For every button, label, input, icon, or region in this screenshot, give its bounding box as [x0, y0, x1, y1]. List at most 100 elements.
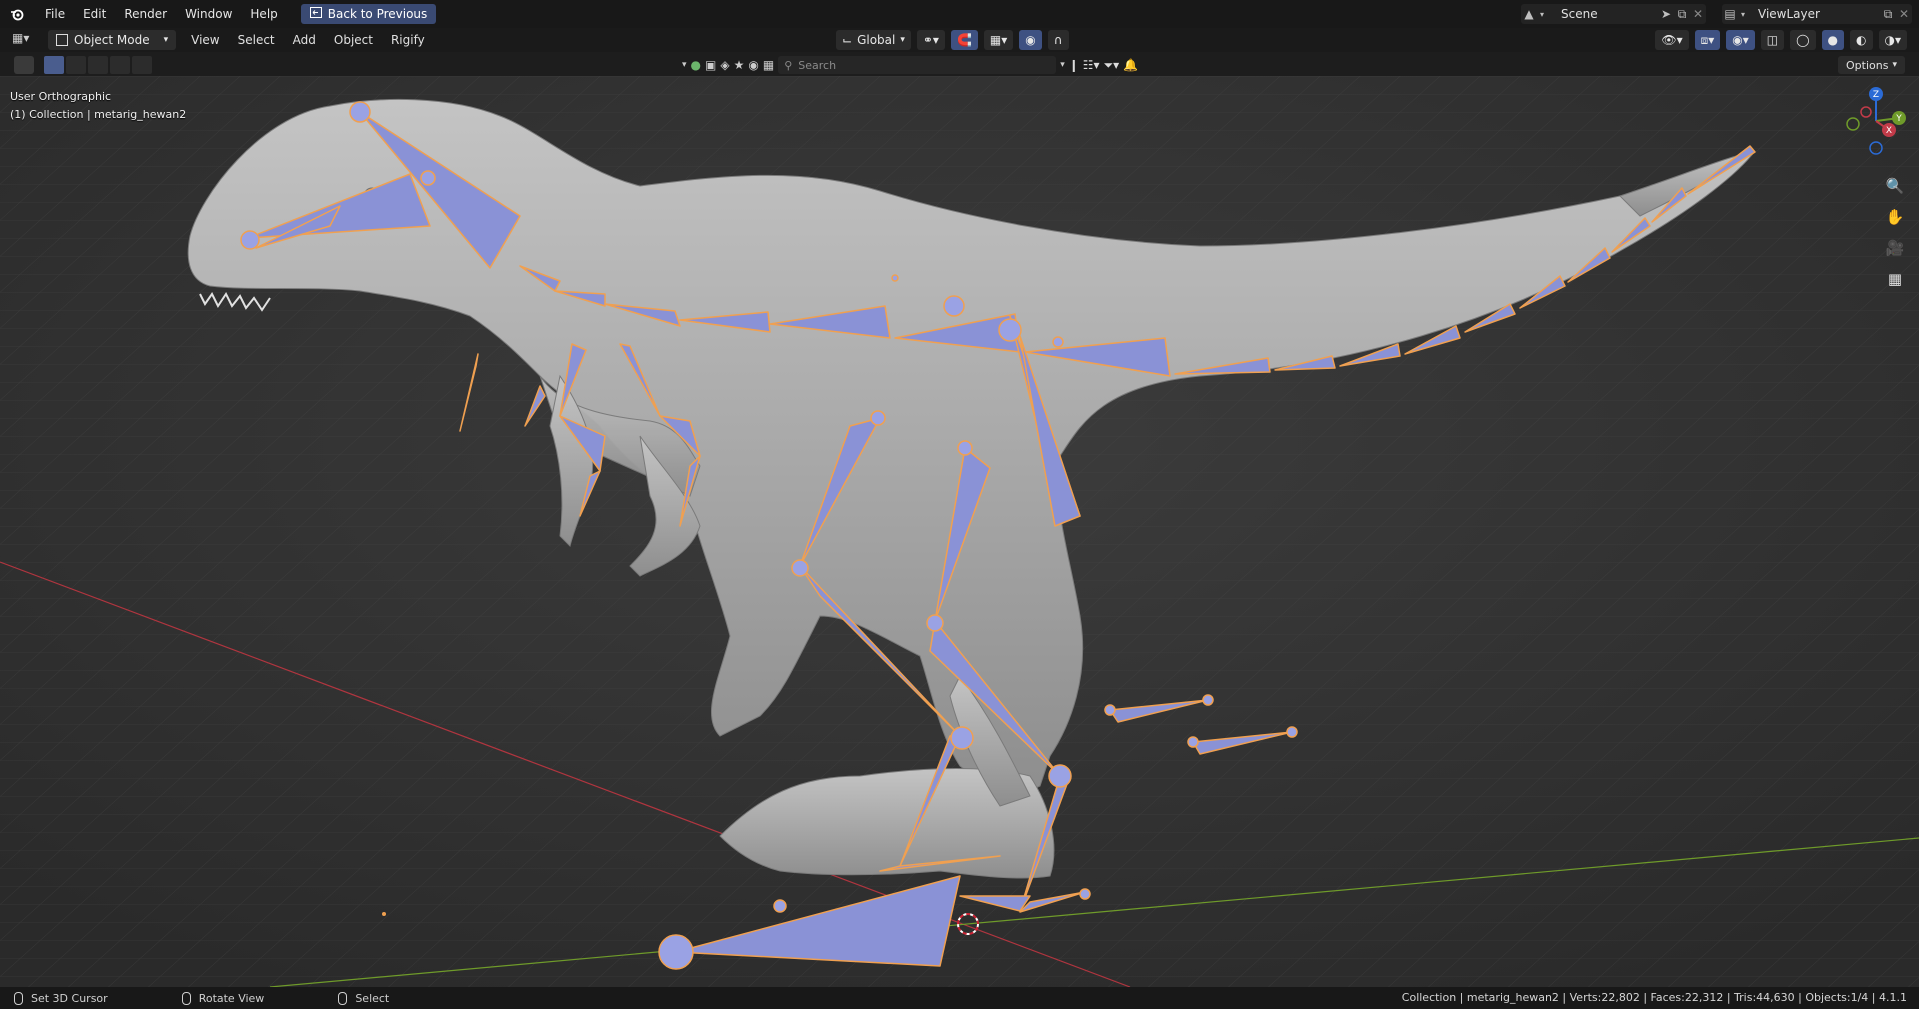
- gizmo-toggle-icon[interactable]: ⧈▾: [1694, 30, 1721, 50]
- xray-icon[interactable]: ◫: [1760, 30, 1785, 50]
- gizmo-z-label: Z: [1873, 90, 1879, 100]
- chevron-down-icon: ▾: [1740, 9, 1745, 19]
- transform-controls: ⌙ Global ▾ ⚭▾ 🧲 ▦▾ ◉ ∩: [836, 30, 1069, 50]
- blender-logo-icon[interactable]: [8, 5, 26, 23]
- mouse-middle-icon: [181, 991, 191, 1005]
- menu-render[interactable]: Render: [115, 3, 176, 25]
- select-intersect-icon[interactable]: [132, 56, 152, 74]
- mouse-right-icon: [338, 991, 348, 1005]
- zoom-icon[interactable]: 🔍: [1883, 174, 1907, 198]
- 3d-viewport[interactable]: User Orthographic (1) Collection | metar…: [0, 76, 1919, 987]
- search-input[interactable]: ⚲ Search: [778, 56, 1057, 74]
- viewport-header: ▦▾ Object Mode ▾ View Select Add Object …: [0, 28, 1919, 52]
- bookmark-icon[interactable]: ❙: [1069, 58, 1079, 72]
- viewport-nav-buttons: 🔍 ✋ 🎥 ▦: [1883, 174, 1907, 291]
- gizmo-neg-z[interactable]: [1869, 141, 1883, 155]
- camera-view-icon[interactable]: 🎥: [1883, 236, 1907, 260]
- navigation-gizmo[interactable]: Z Y X: [1841, 86, 1911, 156]
- solid-shading-icon[interactable]: ●: [1821, 30, 1845, 50]
- snap-target-icon[interactable]: ▦▾: [983, 30, 1014, 50]
- menu-rigify[interactable]: Rigify: [382, 30, 434, 50]
- collection-info: (1) Collection | metarig_hewan2: [10, 108, 187, 121]
- visibility-icon[interactable]: 👁▾: [1655, 30, 1689, 50]
- scene-icon: ▲: [1524, 7, 1534, 21]
- object-mode-dropdown[interactable]: Object Mode ▾: [48, 30, 177, 50]
- pivot-point-icon[interactable]: ⚭▾: [916, 30, 945, 50]
- gizmo-neg-x[interactable]: [1860, 106, 1872, 118]
- hint-select-label: Select: [355, 991, 390, 1005]
- menu-object[interactable]: Object: [325, 30, 382, 50]
- chevron-down-icon[interactable]: ▾: [1060, 60, 1065, 70]
- close-icon[interactable]: ✕: [1896, 6, 1912, 22]
- chevron-down-icon: ▾: [163, 35, 169, 45]
- close-icon[interactable]: ✕: [1690, 6, 1706, 22]
- status-bar: Set 3D Cursor Rotate View Select Collect…: [0, 987, 1919, 1009]
- viewport-canvas[interactable]: [0, 76, 1919, 987]
- collection-color-icon[interactable]: ●: [691, 58, 701, 72]
- chevron-down-icon[interactable]: ▾: [682, 60, 687, 70]
- gizmo-neg-y[interactable]: [1846, 117, 1860, 131]
- transform-orientation-label: Global: [857, 33, 896, 47]
- chevron-down-icon: ▾: [900, 35, 905, 45]
- new-layer-icon[interactable]: ⧉: [1880, 6, 1896, 22]
- menu-window[interactable]: Window: [176, 3, 241, 25]
- orientation-icon: ⌙: [842, 33, 853, 47]
- snap-toggle-icon[interactable]: 🧲: [950, 30, 978, 50]
- options-label: Options: [1846, 58, 1889, 72]
- menu-help[interactable]: Help: [241, 3, 286, 25]
- chevron-down-icon: ▾: [1539, 9, 1544, 19]
- filter-mesh-icon[interactable]: ◈: [720, 58, 729, 72]
- overlays-icon[interactable]: ◉▾: [1726, 30, 1755, 50]
- filter-camera-icon[interactable]: ◉: [748, 58, 758, 72]
- options-button[interactable]: Options ▾: [1838, 56, 1905, 74]
- menu-file[interactable]: File: [36, 3, 74, 25]
- pan-hand-icon[interactable]: ✋: [1883, 205, 1907, 229]
- rendered-shading-icon[interactable]: ◑▾: [1878, 30, 1907, 50]
- back-to-previous-button[interactable]: Back to Previous: [300, 4, 437, 24]
- proportional-editing-icon[interactable]: ◉: [1019, 30, 1042, 50]
- filter-light-icon[interactable]: ★: [734, 58, 745, 72]
- new-scene-icon[interactable]: ⧉: [1674, 6, 1690, 22]
- hint-select: Select: [338, 991, 390, 1005]
- transform-orientation-dropdown[interactable]: ⌙ Global ▾: [836, 30, 911, 50]
- menu-edit[interactable]: Edit: [74, 3, 115, 25]
- scene-selector[interactable]: ▲ ▾ Scene ➤ ⧉ ✕: [1521, 4, 1706, 24]
- selection-mode-group: [44, 56, 152, 74]
- mouse-left-icon: [14, 991, 23, 1005]
- wireframe-shading-icon[interactable]: ◯: [1790, 30, 1816, 50]
- filter-icon[interactable]: ⏷▾: [1104, 58, 1120, 73]
- gizmo-y-label: Y: [1895, 114, 1902, 124]
- toggle-perspective-grid-icon[interactable]: ▦: [1883, 267, 1907, 291]
- search-icon: ⚲: [784, 58, 793, 72]
- sort-icon[interactable]: ☷▾: [1083, 58, 1100, 72]
- filter-other-icon[interactable]: ▦: [763, 58, 774, 72]
- object-mode-label: Object Mode: [74, 33, 150, 47]
- object-mode-icon: [56, 34, 68, 46]
- menu-view[interactable]: View: [182, 30, 228, 50]
- select-subtract-icon[interactable]: [88, 56, 108, 74]
- view-name: User Orthographic: [10, 90, 112, 103]
- select-invert-icon[interactable]: [110, 56, 130, 74]
- filter-object-icon[interactable]: ▣: [705, 58, 716, 72]
- view-layer-selector[interactable]: ▤ ▾ ViewLayer ⧉ ✕: [1722, 4, 1912, 24]
- hint-set-cursor: Set 3D Cursor: [14, 991, 108, 1005]
- editor-type-icon[interactable]: ▦▾: [12, 31, 40, 49]
- select-new-icon[interactable]: [44, 56, 64, 74]
- select-extend-icon[interactable]: [66, 56, 86, 74]
- material-shading-icon[interactable]: ◐: [1850, 30, 1873, 50]
- menu-add[interactable]: Add: [284, 30, 325, 50]
- back-icon: [309, 7, 322, 21]
- viewport-right-controls: 👁▾ ⧈▾ ◉▾ ◫ ◯ ● ◐ ◑▾: [1655, 30, 1907, 50]
- notification-bell-icon[interactable]: 🔔: [1123, 58, 1138, 72]
- scene-statistics: Collection | metarig_hewan2 | Verts:22,8…: [1401, 991, 1907, 1004]
- back-to-previous-label: Back to Previous: [327, 7, 428, 21]
- view-info-overlay: User Orthographic (1) Collection | metar…: [10, 88, 186, 124]
- search-placeholder: Search: [798, 58, 837, 72]
- pin-icon[interactable]: ➤: [1658, 6, 1674, 22]
- select-tool-icon[interactable]: [14, 56, 34, 74]
- collection-filter-area: ▾ ● ▣ ◈ ★ ◉ ▦ ⚲ Search ▾ ❙ ☷▾ ⏷▾ 🔔: [682, 56, 1138, 74]
- top-menu-bar: File Edit Render Window Help Back to Pre…: [0, 0, 1919, 29]
- gizmo-x-label: X: [1886, 126, 1892, 136]
- falloff-icon[interactable]: ∩: [1047, 30, 1069, 50]
- menu-select[interactable]: Select: [229, 30, 284, 50]
